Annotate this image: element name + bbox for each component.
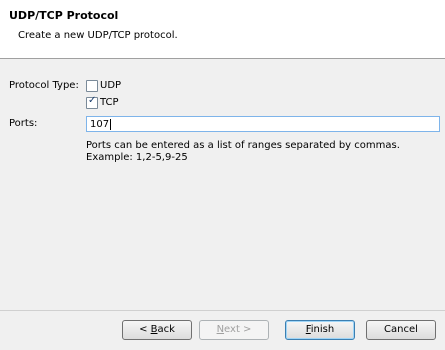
back-button[interactable]: < Back [122,320,192,340]
tcp-label[interactable]: TCP [100,97,119,108]
ports-value: 107 [90,119,110,130]
help-line-2: Example: 1,2-5,9-25 [86,152,188,163]
next-button[interactable]: Next > [199,320,269,340]
page-title: UDP/TCP Protocol [9,9,119,22]
cancel-button[interactable]: Cancel [366,320,436,340]
header-banner: UDP/TCP Protocol Create a new UDP/TCP pr… [0,0,445,59]
udp-checkbox[interactable] [86,80,98,92]
help-line-1: Ports can be entered as a list of ranges… [86,140,400,151]
footer-separator [0,310,445,311]
text-caret [110,118,112,130]
ports-label: Ports: [9,118,38,129]
finish-button[interactable]: Finish [285,320,355,340]
tcp-checkbox[interactable] [86,95,98,109]
page-description: Create a new UDP/TCP protocol. [18,30,178,41]
udp-label[interactable]: UDP [100,80,121,91]
protocol-type-label: Protocol Type: [9,80,79,91]
ports-input[interactable]: 107 [86,116,440,132]
ports-help-text: Ports can be entered as a list of ranges… [86,140,400,164]
